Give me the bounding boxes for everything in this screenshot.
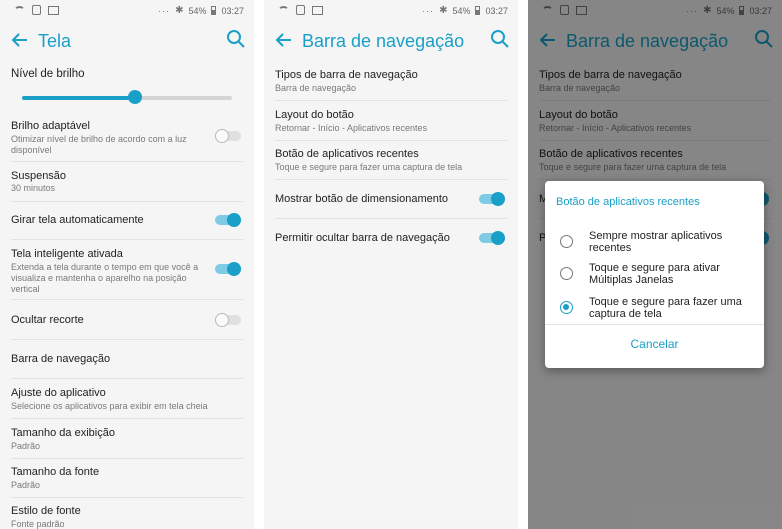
setting-adaptive-brightness[interactable]: Brilho adaptável Otimizar nível de brilh… [11, 112, 243, 162]
clock: 03:27 [221, 5, 244, 16]
setting-title: Ocultar recorte [11, 314, 84, 326]
sim-icon [296, 5, 305, 15]
dialog-title: Botão de aplicativos recentes [556, 196, 700, 208]
setting-title: Permitir ocultar barra de navegação [275, 232, 450, 244]
smart-screen-toggle[interactable] [215, 262, 241, 276]
setting-subtitle: Padrão [11, 441, 41, 451]
wifi-icon [278, 5, 289, 15]
page-title: Tela [38, 31, 72, 51]
screen-display-settings: ··· ✱ 54% 03:27 Tela Nível de brilho Bri… [0, 0, 254, 529]
setting-subtitle: Padrão [11, 480, 41, 490]
setting-title: Layout do botão [275, 109, 354, 121]
setting-title: Suspensão [11, 170, 67, 182]
setting-title: Mostrar botão de dimensionamento [275, 193, 449, 205]
setting-display-size[interactable]: Tamanho da exibição Padrão [11, 419, 243, 459]
setting-title: Tela inteligente ativada [11, 248, 123, 260]
setting-subtitle: Otimizar nível de brilho de acordo com a… [11, 134, 187, 155]
battery-icon [211, 6, 217, 15]
clock: 03:27 [485, 5, 508, 16]
option-label: Toque e segure para fazer uma captura de… [589, 296, 742, 320]
status-bar: ··· ✱ 54% 03:27 [0, 0, 254, 22]
setting-subtitle: 30 minutos [11, 183, 56, 193]
setting-title: Tamanho da exibição [11, 427, 115, 439]
auto-rotate-toggle[interactable] [215, 213, 241, 227]
cancel-button[interactable]: Cancelar [545, 337, 764, 351]
setting-sleep[interactable]: Suspensão 30 minutos [11, 162, 243, 202]
setting-app-fit[interactable]: Ajuste do aplicativo Selecione os aplica… [11, 379, 243, 419]
setting-title: Barra de navegação [11, 353, 111, 365]
more-notifications-icon: ··· [422, 5, 435, 16]
brightness-slider-fill [22, 96, 136, 100]
setting-title: Ajuste do aplicativo [11, 387, 106, 399]
setting-title: Estilo de fonte [11, 505, 81, 517]
setting-nav-bar-type[interactable]: Tipos de barra de navegação Barra de nav… [275, 61, 507, 101]
setting-allow-hide-nav-bar[interactable]: Permitir ocultar barra de navegação [275, 219, 507, 258]
option-always-show-recent[interactable]: Sempre mostrar aplicativos recentes [545, 227, 764, 257]
option-label: Sempre mostrar aplicativos recentes [589, 230, 723, 254]
app-bar: Barra de navegação [264, 22, 518, 60]
sim-icon [32, 5, 41, 15]
setting-smart-screen[interactable]: Tela inteligente ativada Extenda a tela … [11, 240, 243, 300]
brightness-slider-thumb[interactable] [128, 90, 143, 104]
setting-auto-rotate[interactable]: Girar tela automaticamente [11, 202, 243, 240]
status-bar: ··· ✱ 54% 03:27 [264, 0, 518, 22]
page-title: Barra de navegação [302, 31, 465, 51]
brightness-label: Nível de brilho [11, 68, 85, 80]
recent-apps-button-dialog: Botão de aplicativos recentes Sempre mos… [545, 181, 764, 368]
image-notification-icon [312, 5, 323, 15]
back-arrow-icon[interactable] [274, 30, 294, 50]
option-multi-window[interactable]: Toque e segure para ativar Múltiplas Jan… [545, 259, 764, 289]
setting-title: Botão de aplicativos recentes [275, 148, 419, 160]
more-notifications-icon: ··· [158, 5, 171, 16]
setting-title: Tipos de barra de navegação [275, 69, 418, 81]
setting-title: Tamanho da fonte [11, 466, 100, 478]
setting-navigation-bar[interactable]: Barra de navegação [11, 340, 243, 379]
bluetooth-icon: ✱ [175, 5, 184, 16]
bluetooth-icon: ✱ [439, 5, 448, 16]
setting-subtitle: Fonte padrão [11, 519, 65, 529]
setting-subtitle: Selecione os aplicativos para exibir em … [11, 401, 208, 411]
hide-notch-toggle[interactable] [215, 313, 241, 327]
option-label: Toque e segure para ativar Múltiplas Jan… [589, 262, 720, 286]
image-notification-icon [48, 5, 59, 15]
wifi-icon [14, 5, 25, 15]
setting-subtitle: Toque e segure para fazer uma captura de… [275, 162, 463, 172]
allow-hide-nav-bar-toggle[interactable] [479, 231, 505, 245]
radio-button[interactable] [560, 235, 573, 248]
search-icon[interactable] [490, 29, 510, 49]
screen-navigation-bar: ··· ✱ 54% 03:27 Barra de navegação Tipos… [264, 0, 518, 529]
show-resize-button-toggle[interactable] [479, 192, 505, 206]
battery-percent: 54% [452, 5, 471, 16]
app-bar: Tela [0, 22, 254, 60]
setting-subtitle: Retornar - Início - Aplicativos recentes [275, 123, 428, 133]
battery-icon [475, 6, 481, 15]
setting-recent-apps-button[interactable]: Botão de aplicativos recentes Toque e se… [275, 141, 507, 180]
radio-button-selected[interactable] [560, 301, 573, 314]
setting-show-resize-button[interactable]: Mostrar botão de dimensionamento [275, 180, 507, 219]
setting-font-size[interactable]: Tamanho da fonte Padrão [11, 459, 243, 498]
setting-subtitle: Extenda a tela durante o tempo em que vo… [11, 262, 199, 294]
setting-subtitle: Barra de navegação [275, 83, 357, 93]
setting-hide-notch[interactable]: Ocultar recorte [11, 300, 243, 340]
screen-navigation-bar-dialog: ··· ✱ 54% 03:27 Barra de navegação Tipos… [528, 0, 782, 529]
setting-title: Girar tela automaticamente [11, 214, 144, 226]
search-icon[interactable] [226, 29, 246, 49]
radio-button[interactable] [560, 267, 573, 280]
setting-button-layout[interactable]: Layout do botão Retornar - Início - Apli… [275, 101, 507, 141]
setting-title: Brilho adaptável [11, 120, 90, 132]
brightness-slider[interactable] [22, 90, 232, 104]
adaptive-brightness-toggle[interactable] [215, 129, 241, 143]
option-screenshot[interactable]: Toque e segure para fazer uma captura de… [545, 293, 764, 323]
setting-font-style[interactable]: Estilo de fonte Fonte padrão [11, 498, 243, 529]
dialog-divider [545, 324, 764, 325]
back-arrow-icon[interactable] [10, 30, 30, 50]
battery-percent: 54% [188, 5, 207, 16]
